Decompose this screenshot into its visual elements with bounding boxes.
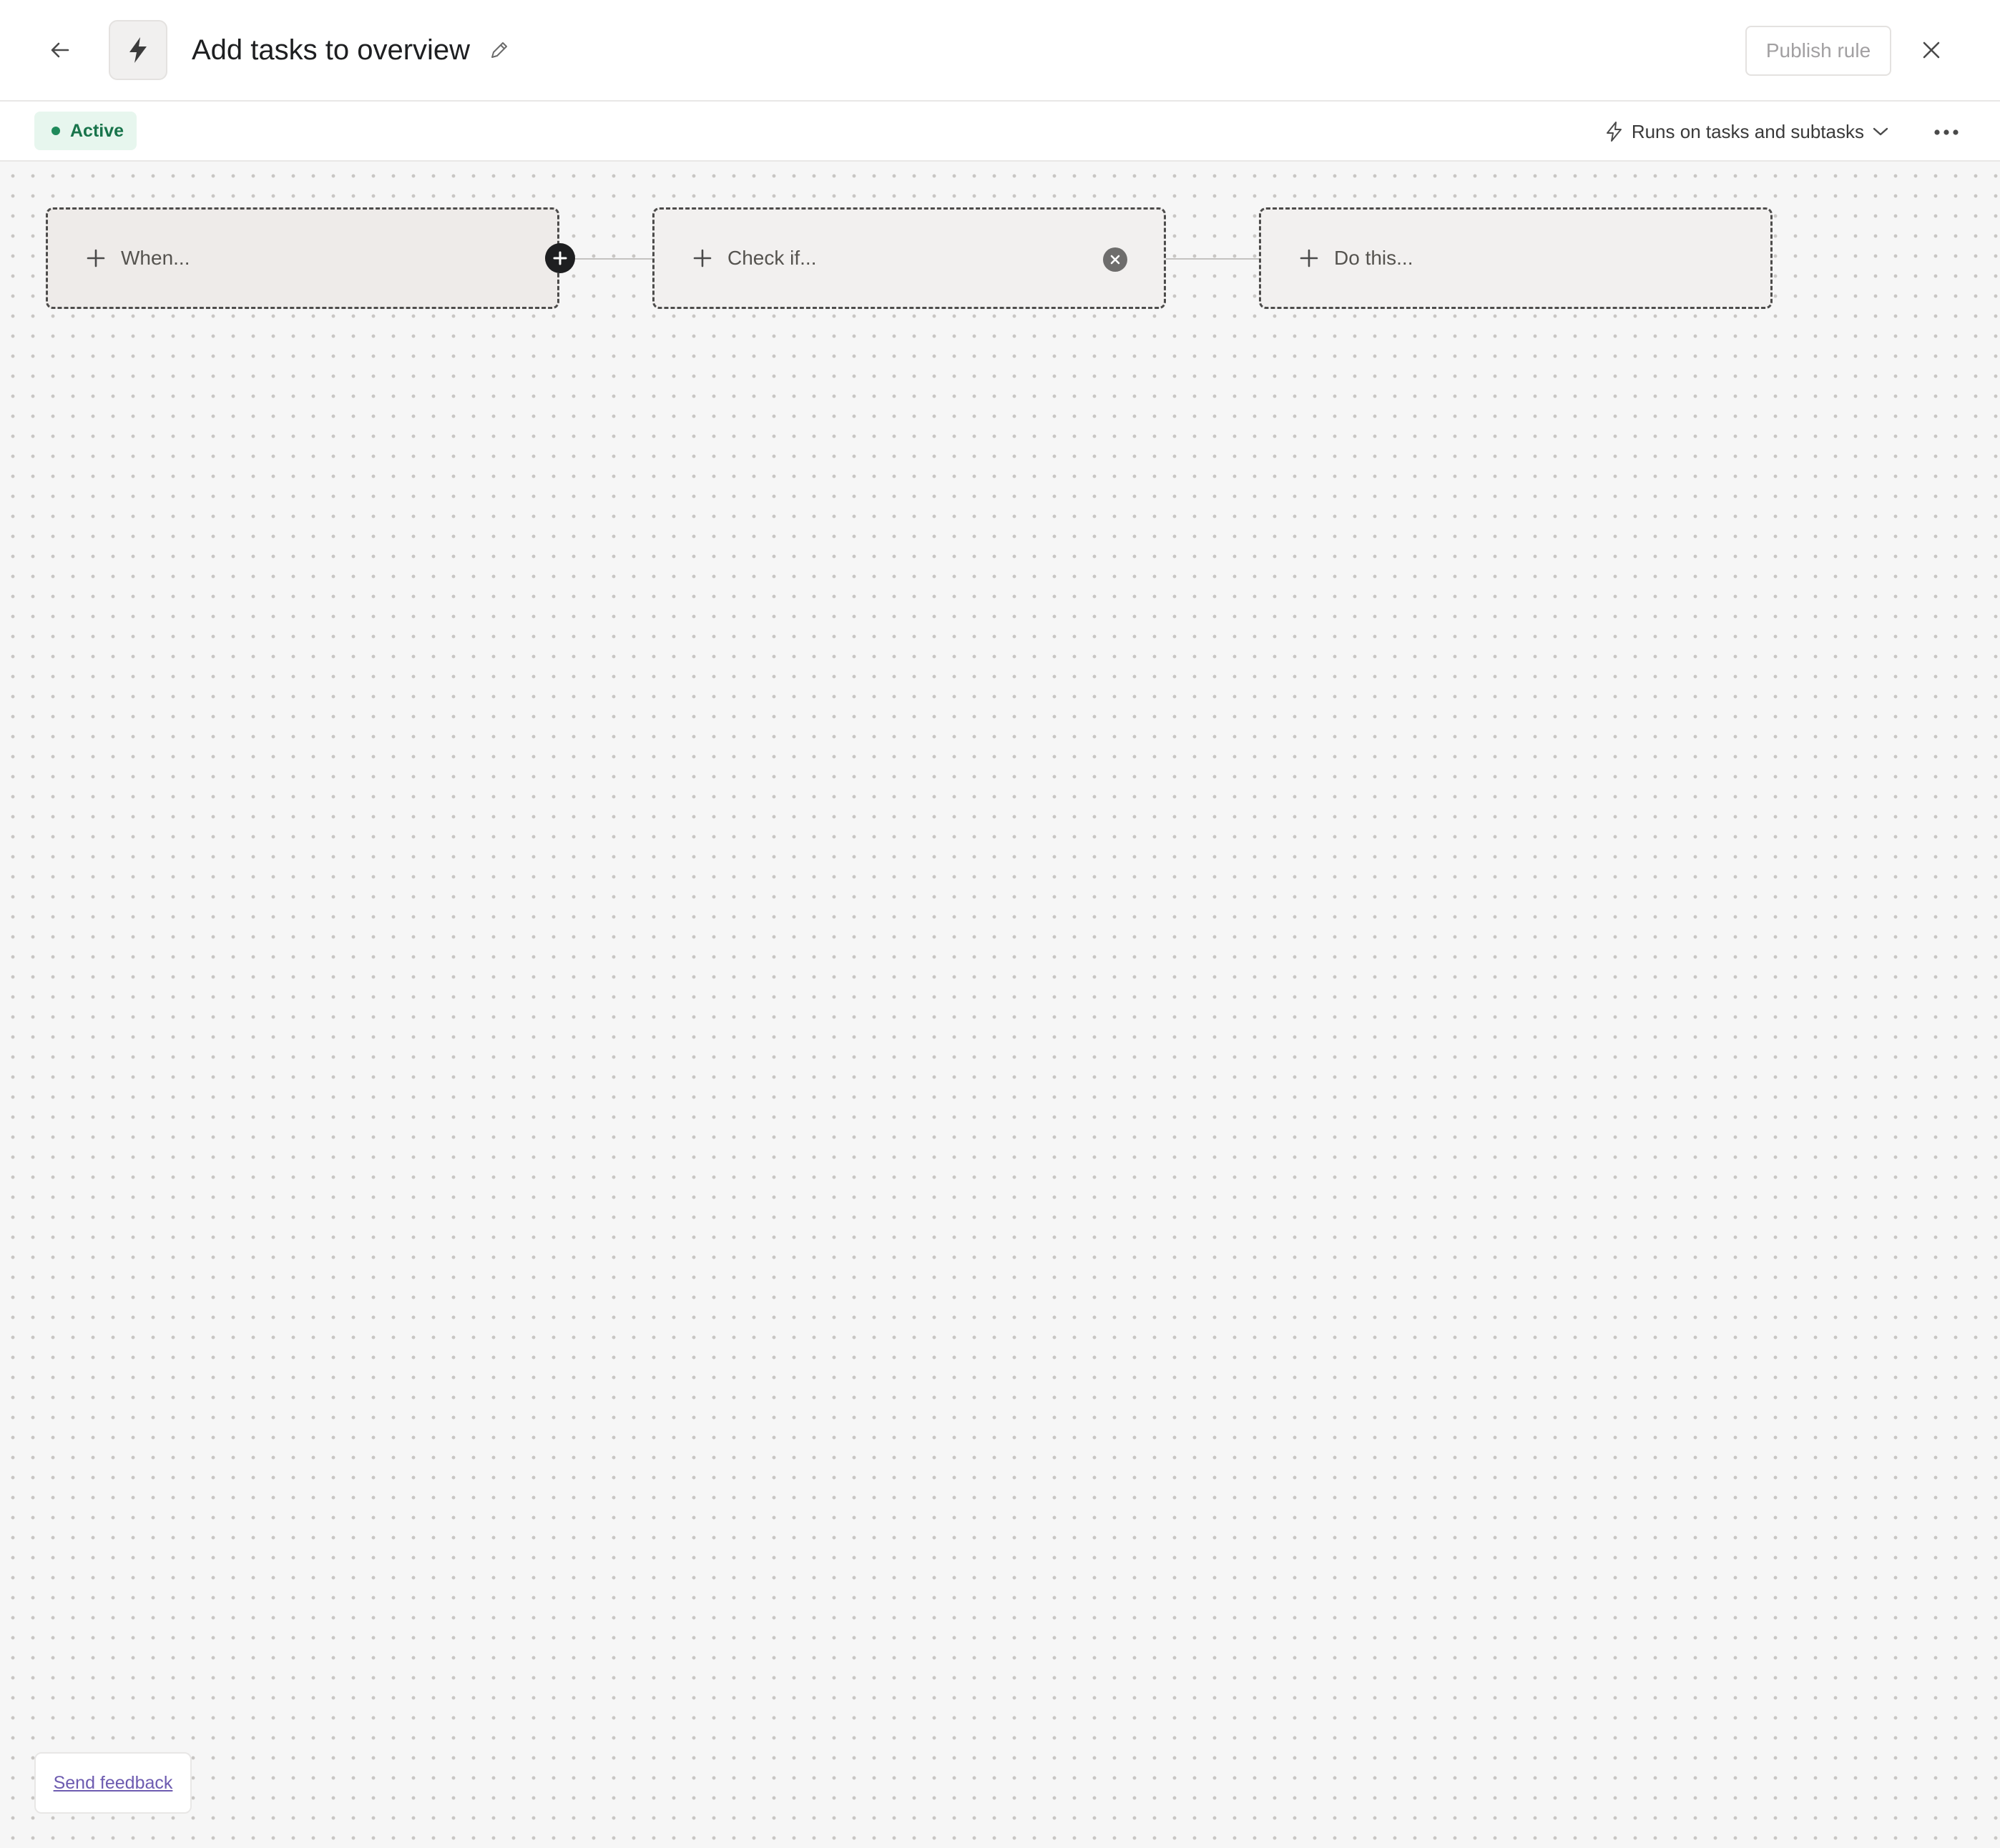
lightning-bolt-icon: [129, 37, 147, 63]
back-button[interactable]: [40, 29, 80, 72]
workflow-canvas: When... Check if... Do this...: [0, 162, 2000, 1848]
rule-editor-header: Add tasks to overview Publish rule: [0, 0, 2000, 102]
plus-circle-icon: [553, 251, 567, 265]
runs-on-label: Runs on tasks and subtasks: [1631, 120, 1864, 142]
trigger-step-when[interactable]: When...: [46, 207, 559, 309]
condition-step-check-if[interactable]: Check if...: [652, 207, 1166, 309]
edit-title-button[interactable]: [484, 34, 515, 66]
feedback-box: Send feedback: [34, 1752, 192, 1814]
step-label-check-if: Check if...: [727, 247, 817, 269]
status-dot-icon: [52, 127, 60, 135]
send-feedback-link[interactable]: Send feedback: [54, 1773, 173, 1794]
connector-line: [569, 258, 654, 260]
add-step-button[interactable]: [545, 243, 575, 273]
status-label: Active: [70, 120, 124, 141]
plus-icon: [85, 247, 107, 269]
status-badge: Active: [34, 112, 137, 150]
pencil-icon: [491, 42, 507, 58]
close-icon: [1923, 41, 1940, 59]
close-circle-icon: [1110, 255, 1120, 265]
more-horizontal-icon: [1934, 129, 1959, 135]
close-button[interactable]: [1910, 29, 1953, 72]
plus-icon: [1298, 247, 1320, 269]
step-label-when: When...: [121, 247, 190, 269]
more-options-button[interactable]: [1928, 114, 1964, 150]
action-step-do-this[interactable]: Do this...: [1259, 207, 1773, 309]
connector-line: [1166, 258, 1259, 260]
rule-title: Add tasks to overview: [192, 34, 471, 66]
step-label-do-this: Do this...: [1334, 247, 1413, 269]
publish-rule-button[interactable]: Publish rule: [1745, 26, 1891, 76]
rule-icon-container: [109, 20, 167, 80]
runs-on-dropdown[interactable]: Runs on tasks and subtasks: [1604, 116, 1890, 147]
plus-icon: [692, 247, 713, 269]
chevron-down-icon: [1873, 127, 1888, 136]
rule-subheader: Active Runs on tasks and subtasks: [0, 102, 2000, 162]
remove-condition-button[interactable]: [1103, 247, 1127, 272]
lightning-outline-icon: [1606, 122, 1622, 142]
arrow-left-icon: [51, 42, 69, 58]
